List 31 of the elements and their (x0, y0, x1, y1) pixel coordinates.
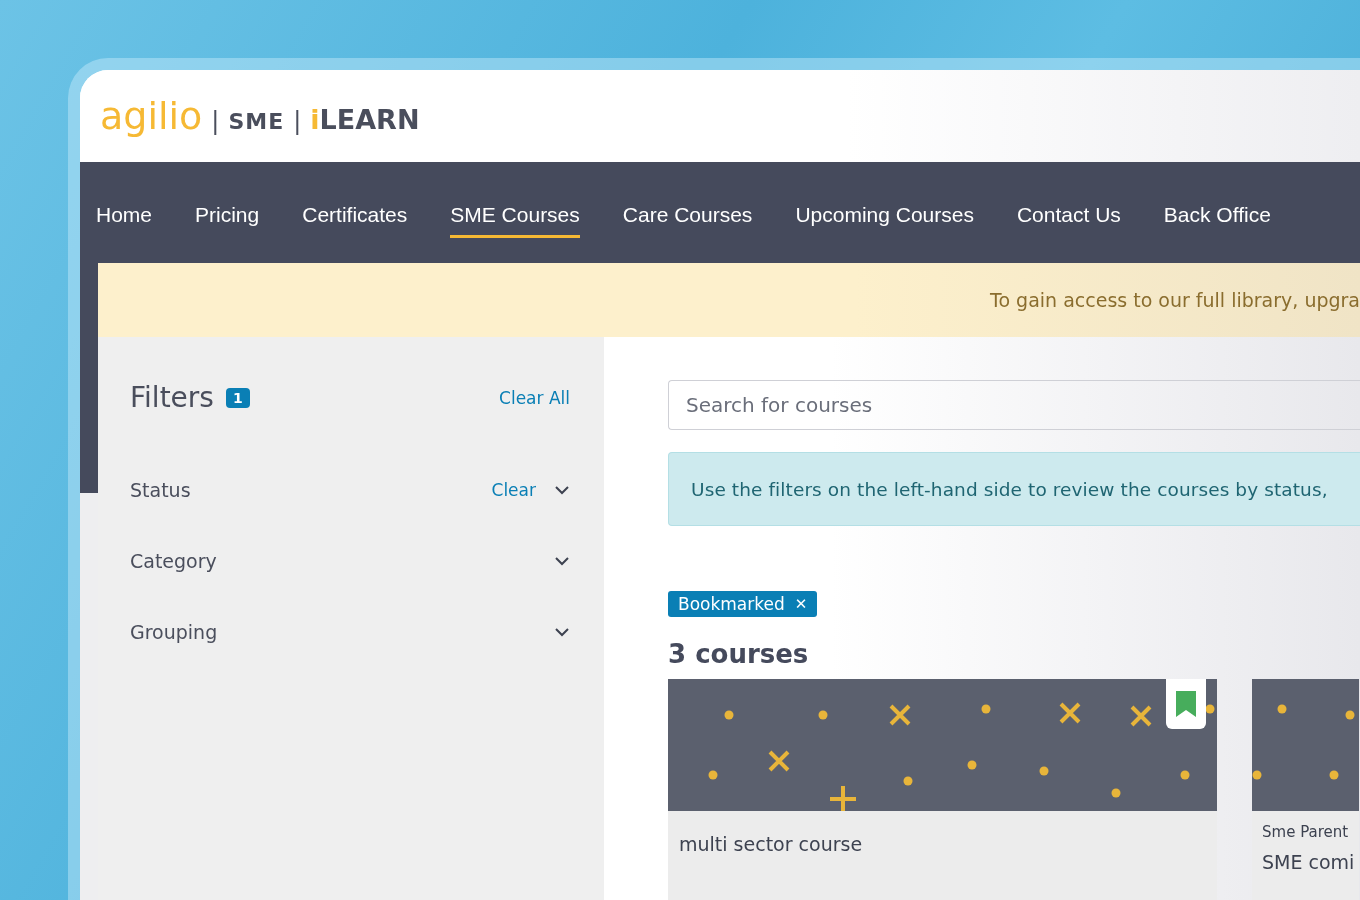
banner-text: To gain access to our full library, upgra (990, 289, 1360, 311)
course-title: multi sector course (679, 833, 864, 855)
filters-title: Filters (130, 381, 214, 414)
course-card[interactable]: Sme Parent SME comi (1252, 679, 1359, 900)
tag-label: Bookmarked (678, 594, 785, 614)
chevron-icon[interactable] (554, 555, 570, 566)
bookmark-icon (1176, 691, 1196, 717)
info-text: Use the filters on the left-hand side to review the courses by status, (691, 478, 1328, 500)
logo[interactable]: agilio | SME | iLEARN (100, 94, 420, 138)
nav-link[interactable]: SME Courses (450, 195, 580, 238)
nav-link[interactable]: Back Office (1163, 195, 1271, 238)
course-parent: Sme Parent (1262, 823, 1349, 841)
filter-count-badge: 1 (225, 387, 250, 408)
filter-group-label[interactable]: Status (130, 478, 191, 501)
remove-tag-button[interactable]: ✕ (794, 595, 808, 613)
clear-all-link[interactable]: Clear All (499, 387, 570, 408)
bookmark-button[interactable] (1166, 679, 1206, 729)
search-field[interactable]: Search for courses (668, 380, 1360, 430)
nav-link[interactable]: Care Courses (622, 195, 753, 238)
chevron-icon[interactable] (554, 484, 570, 495)
course-card[interactable]: multi sector course (668, 679, 1217, 900)
chevron-icon[interactable] (554, 626, 570, 637)
nav-link[interactable]: Certificates (302, 195, 408, 238)
nav-link[interactable]: Contact Us (1016, 195, 1121, 238)
clear-link[interactable]: Clear (491, 479, 536, 500)
filter-group-label[interactable]: Grouping (130, 620, 218, 643)
filter-group-label[interactable]: Category (130, 549, 217, 572)
nav-link[interactable]: Upcoming Courses (795, 195, 974, 238)
result-count: 3 courses (668, 639, 810, 669)
nav-link[interactable]: Home (96, 195, 153, 238)
nav-link[interactable]: Pricing (195, 195, 260, 238)
